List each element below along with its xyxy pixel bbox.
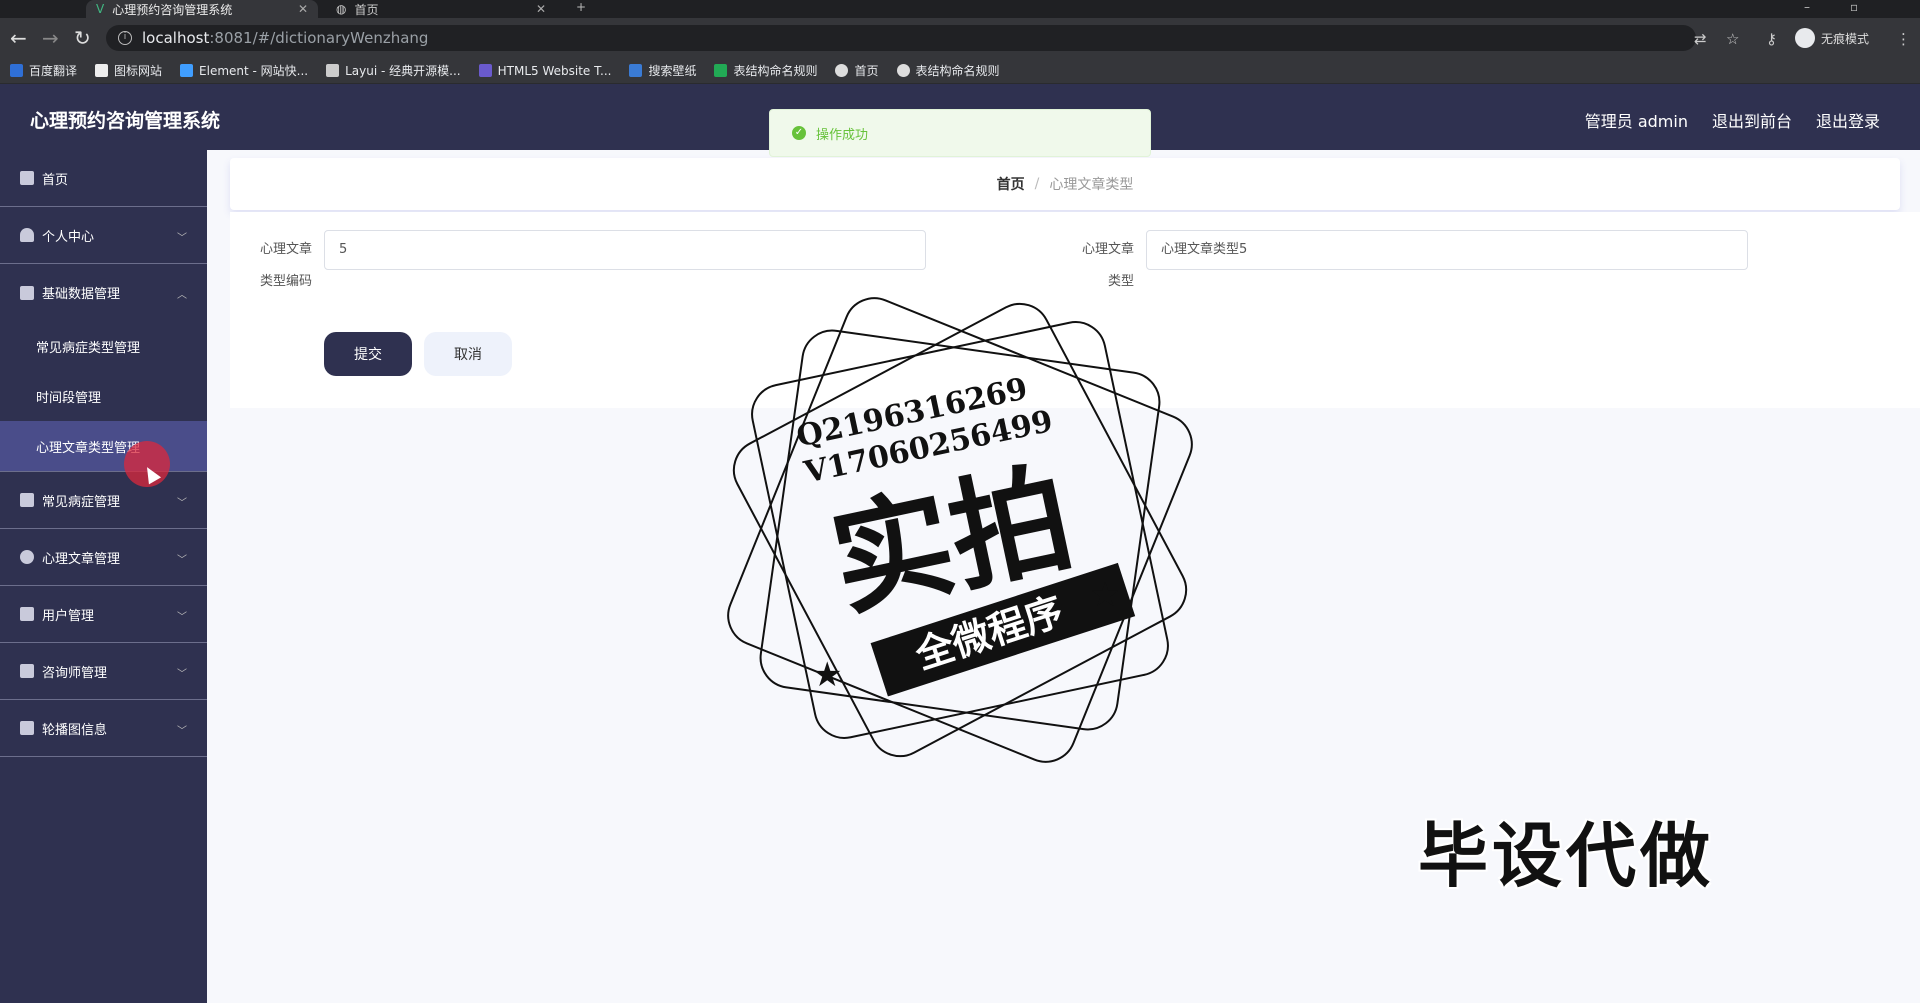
chevron-down-icon: ﹀	[177, 726, 187, 737]
breadcrumb-separator: /	[1034, 176, 1040, 192]
url-host: localhost	[142, 29, 210, 47]
back-icon[interactable]: ←	[10, 26, 27, 50]
checklist-icon	[20, 721, 34, 735]
bookmark-icon	[478, 64, 492, 77]
sidebar-item-article[interactable]: 心理文章管理 ﹀	[0, 529, 207, 586]
bookmark-item[interactable]: HTML5 Website T...	[478, 64, 611, 78]
browser-toolbar: ← → ↻ i localhost:8081/#/dictionaryWenzh…	[0, 18, 1920, 58]
forward-icon[interactable]: →	[42, 26, 59, 50]
breadcrumb: 首页 / 心理文章类型	[230, 158, 1900, 210]
bookmark-icon	[326, 64, 340, 77]
star-icon: ★	[1090, 575, 1120, 615]
logout-link[interactable]: 退出登录	[1816, 108, 1880, 132]
submit-button[interactable]: 提交	[324, 332, 412, 376]
leaf-icon	[20, 550, 34, 564]
globe-icon: ◍	[336, 2, 347, 16]
app-title: 心理预约咨询管理系统	[30, 110, 221, 132]
clipboard-icon	[20, 493, 34, 507]
chevron-up-icon: ︿	[177, 290, 187, 301]
article-type-label: 心理文章 类型	[1081, 242, 1134, 289]
maximize-icon[interactable]: ▫	[1850, 0, 1858, 14]
toast-message: 操作成功	[816, 127, 869, 143]
close-tab-icon[interactable]: ✕	[536, 2, 546, 16]
back-to-front-link[interactable]: 退出到前台	[1712, 108, 1792, 132]
chevron-down-icon: ﹀	[177, 612, 187, 623]
sidebar-item-counselors[interactable]: 咨询师管理 ﹀	[0, 643, 207, 700]
submenu-article-type[interactable]: 心理文章类型管理	[0, 421, 207, 471]
admin-label: 管理员 admin	[1584, 112, 1688, 131]
bookmark-item[interactable]: Element - 网站快...	[180, 62, 308, 79]
bookmark-icon	[835, 64, 849, 77]
success-toast: ✓ 操作成功	[769, 109, 1151, 157]
menu-icon[interactable]: ⋮	[1896, 30, 1911, 48]
sidebar-item-home[interactable]: 首页	[0, 150, 207, 207]
bookmark-item[interactable]: Layui - 经典开源模...	[326, 62, 461, 79]
address-bar[interactable]: i localhost:8081/#/dictionaryWenzhang	[106, 25, 1696, 51]
submenu-time-slot[interactable]: 时间段管理	[0, 371, 207, 421]
watermark-stamp: Q2196316269 V1706025649​9 实拍 全微程序 ★ ★	[727, 297, 1193, 763]
chevron-down-icon: ﹀	[177, 498, 187, 509]
calendar-icon	[20, 285, 34, 300]
url-path: :8081/#/dictionaryWenzhang	[209, 29, 429, 47]
tab-title: 心理预约咨询管理系统	[112, 2, 233, 17]
bookmark-item[interactable]: 百度翻译	[10, 62, 77, 79]
home-icon	[20, 171, 34, 185]
incognito-badge[interactable]: 无痕模式	[1795, 28, 1869, 48]
bookmark-item[interactable]: 表结构命名规则	[896, 62, 1000, 79]
minimize-icon[interactable]: –	[1804, 0, 1810, 14]
tab-title: 首页	[354, 2, 379, 17]
sidebar-item-basic-data[interactable]: 基础数据管理 ︿	[0, 264, 207, 321]
star-icon: ★	[812, 655, 842, 695]
bookmark-item[interactable]: 图标网站	[95, 62, 162, 79]
key-icon[interactable]: ⚷	[1766, 30, 1777, 48]
incognito-label: 无痕模式	[1821, 31, 1870, 46]
bookmark-icon	[896, 64, 910, 77]
chevron-down-icon: ﹀	[177, 555, 187, 566]
sliders-icon	[20, 607, 34, 621]
info-icon[interactable]: i	[118, 31, 132, 45]
bookmarks-bar: 百度翻译 图标网站 Element - 网站快... Layui - 经典开源模…	[0, 58, 1920, 84]
incognito-icon	[1795, 28, 1815, 48]
breadcrumb-home[interactable]: 首页	[997, 174, 1025, 194]
sidebar-item-disease[interactable]: 常见病症管理 ﹀	[0, 472, 207, 529]
bar-chart-icon	[20, 664, 34, 678]
check-circle-icon: ✓	[792, 126, 806, 140]
sidebar-item-personal[interactable]: 个人中心 ﹀	[0, 207, 207, 264]
reload-icon[interactable]: ↻	[74, 26, 91, 50]
browser-tab-strip: V 心理预约咨询管理系统 ✕ ◍ 首页 ✕ + – ▫	[0, 0, 1920, 18]
watermark-side-text: 毕设代做	[1418, 815, 1714, 897]
bookmark-icon	[629, 64, 643, 77]
bookmark-item[interactable]: 首页	[835, 62, 879, 79]
bookmark-icon	[95, 64, 109, 77]
header-links: 管理员 admin 退出到前台 退出登录	[1585, 108, 1880, 132]
basic-data-submenu: 常见病症类型管理 时间段管理 心理文章类型管理	[0, 321, 207, 472]
article-type-input[interactable]: 心理文章类型5	[1146, 230, 1748, 270]
star-icon[interactable]: ☆	[1726, 30, 1739, 48]
article-type-code-input[interactable]: 5	[324, 230, 926, 270]
bookmark-icon	[180, 64, 194, 77]
bookmark-item[interactable]: 搜索壁纸	[629, 62, 696, 79]
tab-home[interactable]: ◍ 首页 ✕	[326, 0, 556, 18]
sidebar-item-users[interactable]: 用户管理 ﹀	[0, 586, 207, 643]
article-type-code-label: 心理文章 类型编码	[259, 242, 312, 289]
close-tab-icon[interactable]: ✕	[298, 2, 308, 16]
breadcrumb-current: 心理文章类型	[1049, 177, 1134, 193]
new-tab-icon[interactable]: +	[576, 0, 586, 14]
submenu-disease-type[interactable]: 常见病症类型管理	[0, 321, 207, 371]
bookmark-item[interactable]: 表结构命名规则	[714, 62, 817, 79]
sidebar-item-carousel[interactable]: 轮播图信息 ﹀	[0, 700, 207, 757]
bookmark-icon	[714, 64, 728, 77]
user-icon	[20, 228, 34, 242]
cancel-button[interactable]: 取消	[424, 332, 512, 376]
chevron-down-icon: ﹀	[177, 669, 187, 680]
chevron-down-icon: ﹀	[177, 233, 187, 244]
vue-icon: V	[96, 2, 105, 16]
translate-icon[interactable]: ⇄	[1694, 30, 1707, 48]
bookmark-icon	[10, 64, 23, 77]
sidebar: 首页 个人中心 ﹀ 基础数据管理 ︿ 常见病症类型管理 时间段管理 心理文章类型…	[0, 150, 207, 1003]
tab-admin-system[interactable]: V 心理预约咨询管理系统 ✕	[86, 0, 318, 18]
